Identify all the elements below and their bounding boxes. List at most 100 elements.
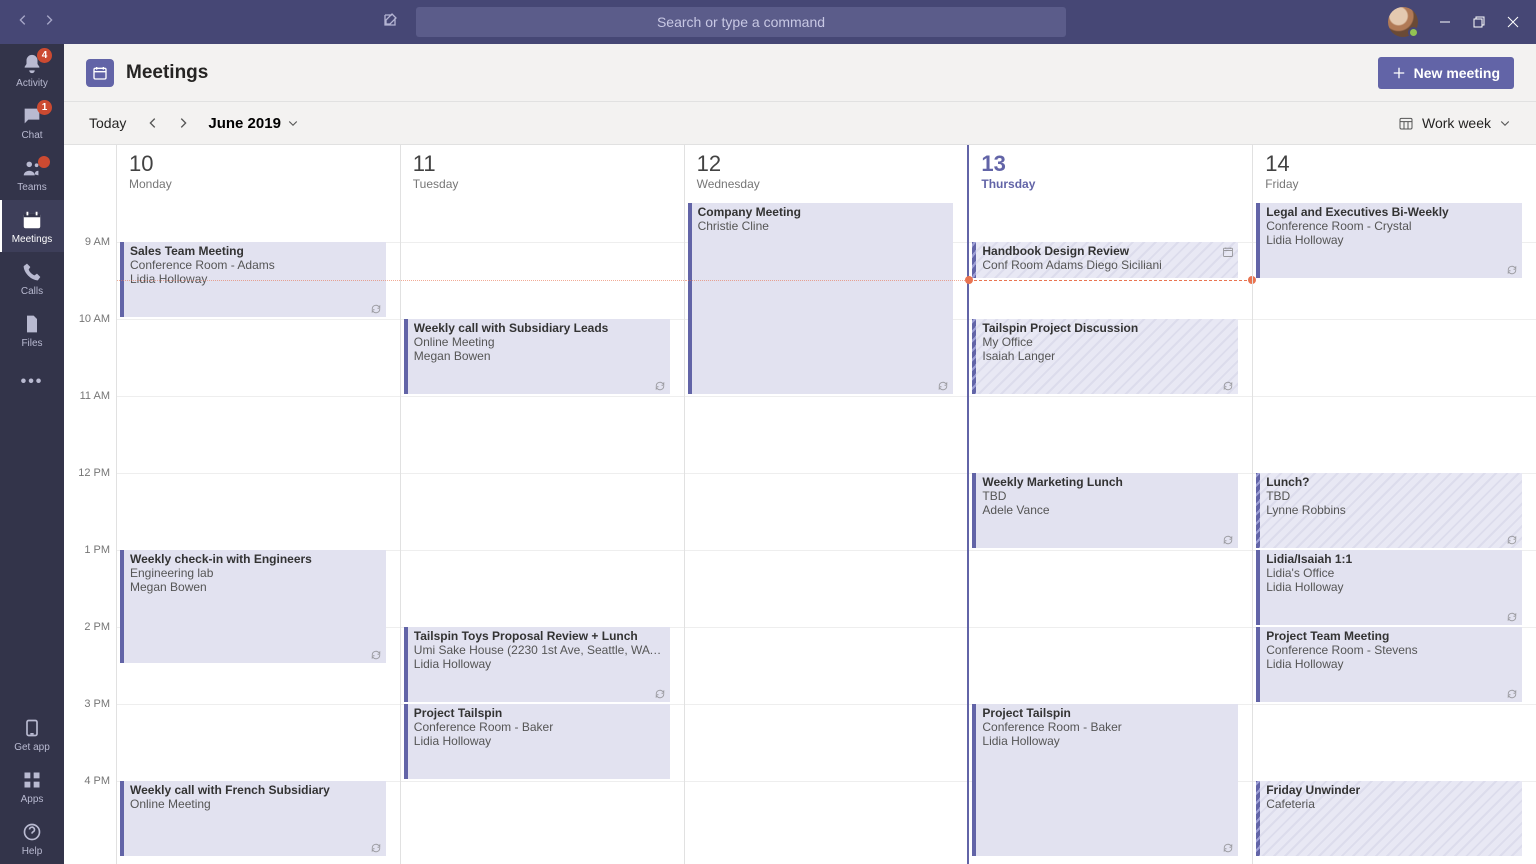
rail-more[interactable]: ••• [0, 356, 64, 408]
hour-line [969, 550, 1252, 551]
rail-label: Calls [21, 286, 43, 297]
rail-label: Meetings [12, 234, 53, 245]
nav-back-icon[interactable] [16, 13, 30, 32]
calendar-event[interactable]: Weekly call with Subsidiary LeadsOnline … [404, 319, 670, 394]
rail-meetings[interactable]: Meetings [0, 200, 64, 252]
hour-line [1253, 704, 1536, 705]
rail-getapp[interactable]: Get app [0, 708, 64, 760]
event-title: Project Team Meeting [1266, 629, 1516, 643]
event-title: Weekly call with French Subsidiary [130, 783, 380, 797]
now-indicator [685, 280, 968, 281]
calendar-event[interactable]: Project Team MeetingConference Room - St… [1256, 627, 1522, 702]
window-close-icon[interactable] [1506, 15, 1520, 29]
calendar-event[interactable]: Tailspin Project DiscussionMy OfficeIsai… [972, 319, 1238, 394]
time-gutter: 9 AM10 AM11 AM12 PM1 PM2 PM3 PM4 PM [64, 145, 116, 864]
event-location: Conference Room - Adams [130, 258, 380, 272]
event-organizer: Adele Vance [982, 503, 1232, 517]
event-organizer: Lidia Holloway [414, 734, 664, 748]
calendar-event[interactable]: Sales Team MeetingConference Room - Adam… [120, 242, 386, 317]
nav-forward-icon[interactable] [42, 13, 56, 32]
now-dot [965, 276, 973, 284]
calendar-event[interactable]: Handbook Design ReviewConf Room Adams Di… [972, 242, 1238, 279]
day-column[interactable]: 12WednesdayCompany MeetingChristie Cline [684, 145, 968, 864]
calendar-event[interactable]: Legal and Executives Bi-WeeklyConference… [1256, 203, 1522, 278]
rail-label: Files [21, 338, 42, 349]
event-title: Tailspin Project Discussion [982, 321, 1232, 335]
rail-calls[interactable]: Calls [0, 252, 64, 304]
rail-label: Teams [17, 182, 46, 193]
more-icon: ••• [21, 373, 44, 391]
title-bar: Search or type a command [0, 0, 1536, 44]
rail-label: Chat [21, 130, 42, 141]
hour-line [117, 704, 400, 705]
event-organizer: Lidia Holloway [1266, 580, 1516, 594]
day-header: 13Thursday [969, 145, 1252, 203]
event-organizer: Isaiah Langer [982, 349, 1232, 363]
event-organizer: Lidia Holloway [130, 272, 380, 286]
event-location: Umi Sake House (2230 1st Ave, Seattle, W… [414, 643, 664, 657]
phone-icon [20, 260, 44, 284]
rail-teams[interactable]: Teams [0, 148, 64, 200]
rail-chat[interactable]: Chat 1 [0, 96, 64, 148]
search-input[interactable]: Search or type a command [416, 7, 1066, 37]
rail-help[interactable]: Help [0, 812, 64, 864]
plus-icon [1392, 66, 1406, 80]
avatar[interactable] [1388, 7, 1418, 37]
calendar-event[interactable]: Project TailspinConference Room - BakerL… [404, 704, 670, 779]
rail-files[interactable]: Files [0, 304, 64, 356]
calendar-grid[interactable]: 9 AM10 AM11 AM12 PM1 PM2 PM3 PM4 PM10Mon… [64, 144, 1536, 864]
rail-activity[interactable]: Activity 4 [0, 44, 64, 96]
hour-label: 1 PM [84, 544, 110, 556]
day-column[interactable]: 11TuesdayWeekly call with Subsidiary Lea… [400, 145, 684, 864]
prev-period-button[interactable] [138, 108, 168, 138]
calendar-event[interactable]: Company MeetingChristie Cline [688, 203, 954, 394]
day-name: Thursday [981, 177, 1240, 191]
compose-icon[interactable] [382, 12, 398, 33]
day-column[interactable]: 13Thursday Handbook Design ReviewConf Roo… [967, 145, 1252, 864]
calendar-event[interactable]: Lidia/Isaiah 1:1Lidia's OfficeLidia Holl… [1256, 550, 1522, 625]
calendar-event[interactable]: Lunch?TBDLynne Robbins [1256, 473, 1522, 548]
rail-label: Activity [16, 78, 48, 89]
calendar-event[interactable]: Friday UnwinderCafeteria [1256, 781, 1522, 856]
meetings-page-icon [86, 59, 114, 87]
calendar-event[interactable]: Project TailspinConference Room - BakerL… [972, 704, 1238, 856]
event-title: Legal and Executives Bi-Weekly [1266, 205, 1516, 219]
today-button[interactable]: Today [89, 115, 126, 131]
rail-apps[interactable]: Apps [0, 760, 64, 812]
calendar-event[interactable]: Weekly Marketing LunchTBDAdele Vance [972, 473, 1238, 548]
event-title: Weekly Marketing Lunch [982, 475, 1232, 489]
presence-indicator [1408, 27, 1419, 38]
event-location: Conf Room Adams Diego Siciliani [982, 258, 1232, 272]
apps-icon [20, 768, 44, 792]
event-location: Online Meeting [130, 797, 380, 811]
new-meeting-button[interactable]: New meeting [1378, 57, 1514, 89]
calendar-event[interactable]: Weekly call with French SubsidiaryOnline… [120, 781, 386, 856]
event-title: Project Tailspin [414, 706, 664, 720]
calendar-event[interactable]: Weekly check-in with EngineersEngineerin… [120, 550, 386, 664]
event-location: Lidia's Office [1266, 566, 1516, 580]
next-period-button[interactable] [168, 108, 198, 138]
event-title: Weekly call with Subsidiary Leads [414, 321, 664, 335]
event-location: Christie Cline [698, 219, 948, 233]
hour-label: 3 PM [84, 698, 110, 710]
day-column[interactable]: 14FridayLegal and Executives Bi-WeeklyCo… [1252, 145, 1536, 864]
hour-label: 4 PM [84, 775, 110, 787]
window-minimize-icon[interactable] [1438, 15, 1452, 29]
rail-label: Apps [21, 794, 44, 805]
chevron-down-icon [1499, 117, 1511, 129]
day-name: Friday [1265, 177, 1524, 191]
view-picker[interactable]: Work week [1398, 115, 1511, 131]
day-number: 12 [697, 151, 956, 177]
window-maximize-icon[interactable] [1472, 15, 1486, 29]
event-title: Tailspin Toys Proposal Review + Lunch [414, 629, 664, 643]
event-location: Conference Room - Stevens [1266, 643, 1516, 657]
event-title: Handbook Design Review [982, 244, 1232, 258]
hour-line [1253, 396, 1536, 397]
chevron-down-icon [287, 117, 299, 129]
calendar-event[interactable]: Tailspin Toys Proposal Review + LunchUmi… [404, 627, 670, 702]
day-name: Monday [129, 177, 388, 191]
current-month[interactable]: June 2019 [208, 115, 299, 132]
day-column[interactable]: 10MondaySales Team MeetingConference Roo… [116, 145, 400, 864]
download-icon [20, 716, 44, 740]
teams-badge [38, 156, 50, 168]
